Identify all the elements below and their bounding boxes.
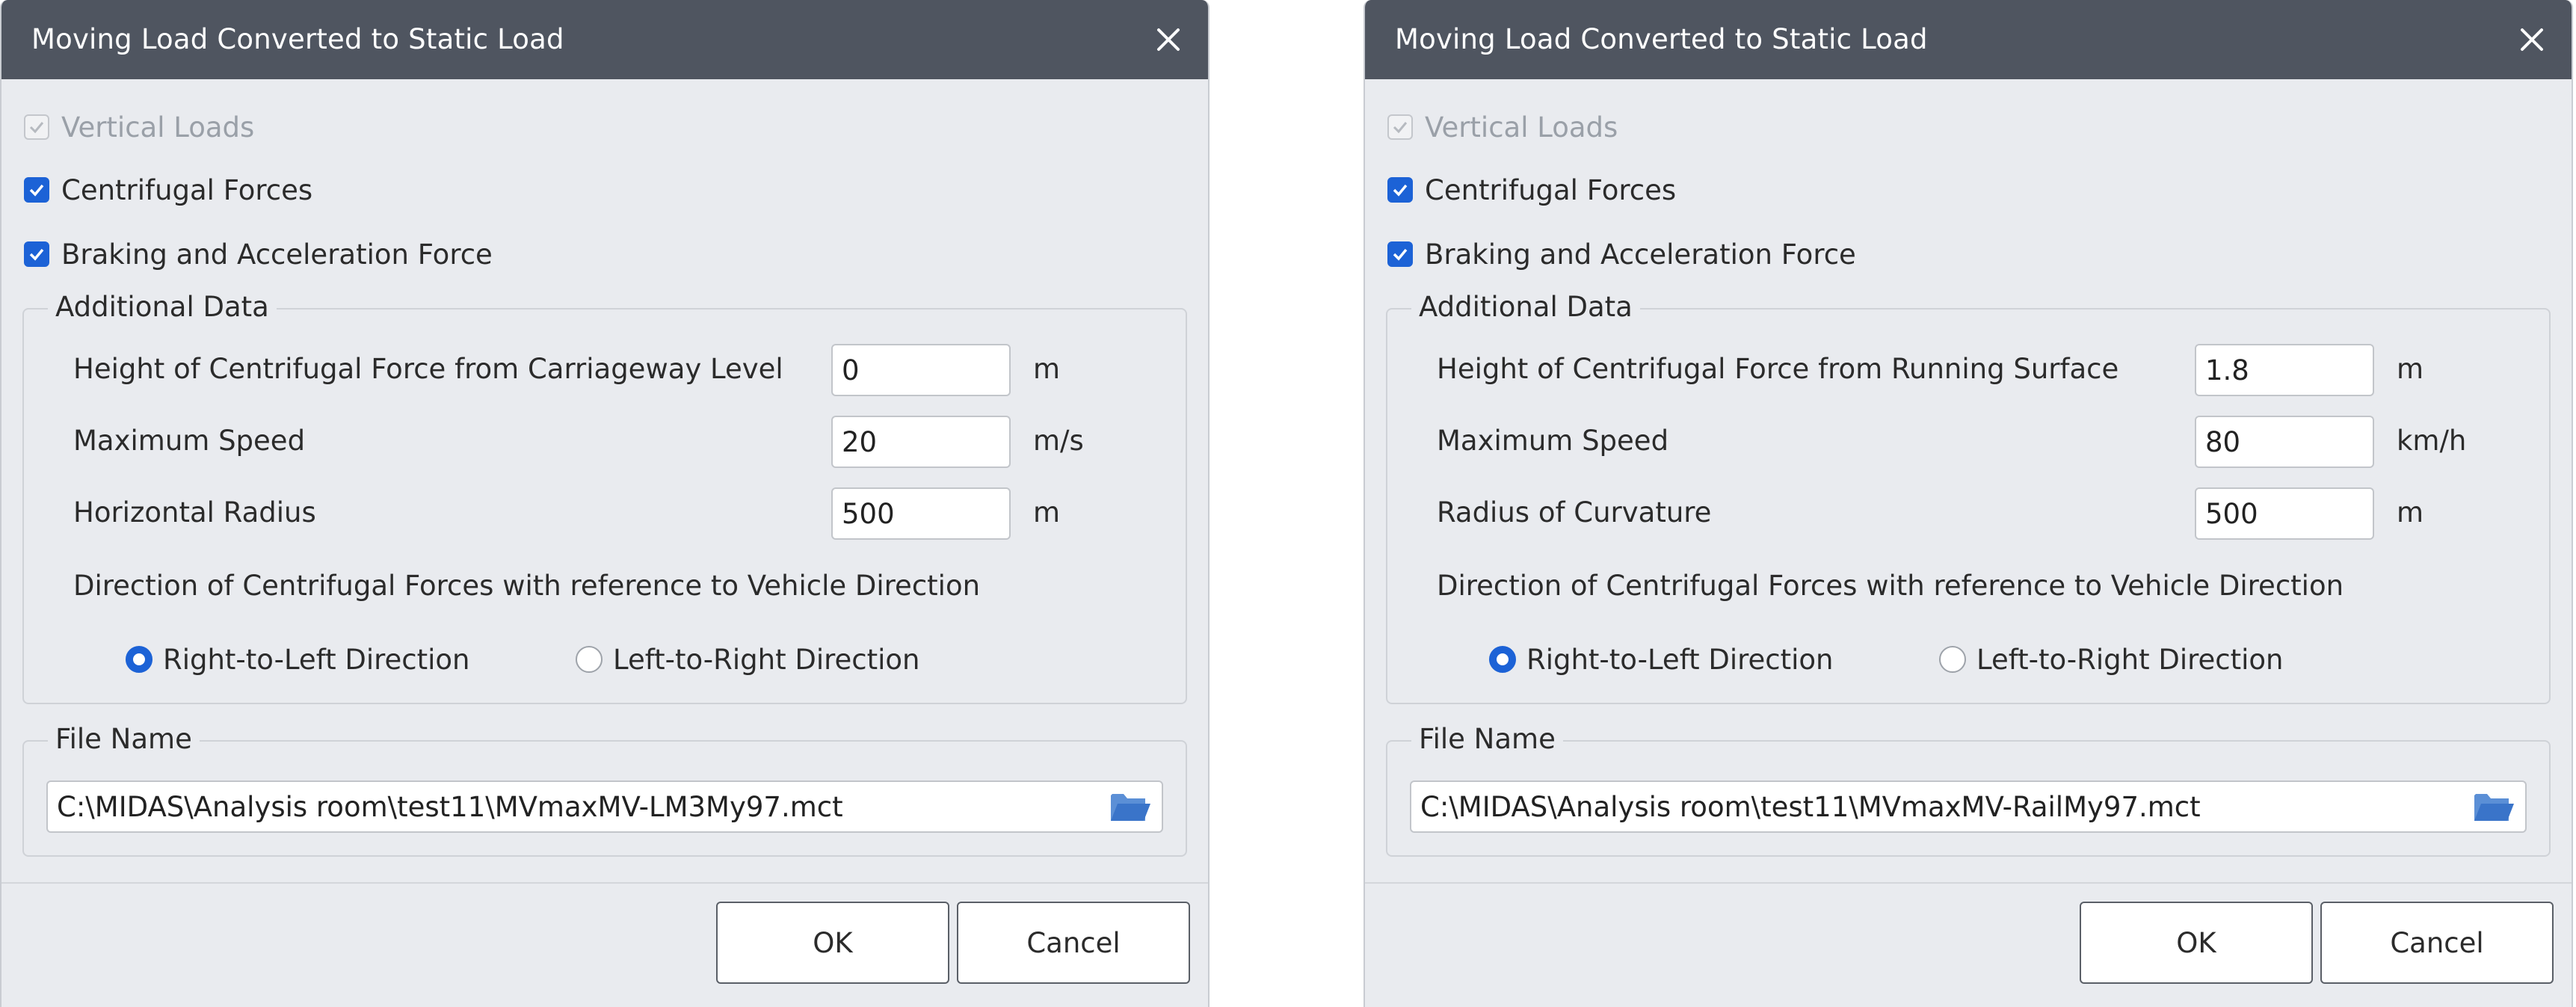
checkbox-box <box>24 177 49 203</box>
radius-input[interactable] <box>831 487 1011 540</box>
checkmark-icon <box>29 248 44 261</box>
radio-selected <box>1489 646 1516 673</box>
file-path-input[interactable] <box>1410 780 2527 833</box>
title-bar: Moving Load Converted to Static Load <box>1 0 1208 79</box>
max-speed-label: Maximum Speed <box>1437 425 1669 457</box>
checkbox-box <box>24 241 49 267</box>
dialog-road: Moving Load Converted to Static Load Ver… <box>0 0 1210 1007</box>
close-icon <box>2521 28 2543 51</box>
braking-force-label: Braking and Acceleration Force <box>61 238 493 271</box>
checkmark-icon <box>1393 248 1408 261</box>
radio-selected <box>126 646 152 673</box>
radius-label: Radius of Curvature <box>1437 496 1712 529</box>
checkbox-box <box>1387 241 1413 267</box>
height-input[interactable] <box>2195 344 2374 396</box>
radio-right-to-left[interactable]: Right-to-Left Direction <box>1489 641 1834 677</box>
radio-left-to-right[interactable]: Left-to-Right Direction <box>1939 641 2284 677</box>
folder-icon <box>2474 794 2514 821</box>
braking-force-label: Braking and Acceleration Force <box>1425 238 1856 271</box>
radio-label: Right-to-Left Direction <box>163 643 470 676</box>
radio-left-to-right[interactable]: Left-to-Right Direction <box>576 641 920 677</box>
max-speed-unit: m/s <box>1033 425 1084 457</box>
direction-label: Direction of Centrifugal Forces with ref… <box>73 570 981 602</box>
direction-label: Direction of Centrifugal Forces with ref… <box>1437 570 2344 602</box>
checkmark-icon <box>1393 184 1408 197</box>
centrifugal-forces-label: Centrifugal Forces <box>61 173 313 206</box>
close-icon <box>1157 28 1180 51</box>
footer-divider <box>1 882 1208 884</box>
cancel-button[interactable]: Cancel <box>957 902 1190 984</box>
checkbox-box <box>1387 177 1413 203</box>
max-speed-input[interactable] <box>831 416 1011 468</box>
height-unit: m <box>2397 353 2424 385</box>
centrifugal-forces-label: Centrifugal Forces <box>1425 173 1677 206</box>
checkbox-box <box>1387 114 1413 140</box>
radio-label: Right-to-Left Direction <box>1526 643 1834 676</box>
file-name-group: File Name <box>1386 719 2551 857</box>
dialog-rail: Moving Load Converted to Static Load Ver… <box>1364 0 2573 1007</box>
close-button[interactable] <box>2512 19 2552 60</box>
browse-button[interactable] <box>1109 789 1151 824</box>
folder-icon <box>1111 794 1150 821</box>
dialog-title: Moving Load Converted to Static Load <box>31 23 564 55</box>
checkmark-icon <box>1393 122 1408 134</box>
radio-right-to-left[interactable]: Right-to-Left Direction <box>126 641 470 677</box>
additional-data-title: Additional Data <box>48 287 277 327</box>
title-bar: Moving Load Converted to Static Load <box>1365 0 2572 79</box>
cancel-button[interactable]: Cancel <box>2320 902 2554 984</box>
radio-label: Left-to-Right Direction <box>613 643 920 676</box>
braking-force-checkbox[interactable]: Braking and Acceleration Force <box>1387 236 1856 272</box>
radius-unit: m <box>2397 496 2424 529</box>
additional-data-title: Additional Data <box>1411 287 1640 327</box>
max-speed-input[interactable] <box>2195 416 2374 468</box>
max-speed-unit: km/h <box>2397 425 2467 457</box>
radio-unselected <box>1939 646 1966 673</box>
file-name-group: File Name <box>22 719 1187 857</box>
centrifugal-forces-checkbox[interactable]: Centrifugal Forces <box>1387 172 1676 208</box>
height-label: Height of Centrifugal Force from Carriag… <box>73 353 783 385</box>
radius-unit: m <box>1033 496 1061 529</box>
vertical-loads-label: Vertical Loads <box>1425 111 1618 144</box>
file-name-title: File Name <box>48 719 200 760</box>
browse-button[interactable] <box>2473 789 2515 824</box>
vertical-loads-checkbox[interactable]: Vertical Loads <box>1387 109 1618 145</box>
vertical-loads-checkbox[interactable]: Vertical Loads <box>24 109 254 145</box>
vertical-loads-label: Vertical Loads <box>61 111 255 144</box>
dialog-title: Moving Load Converted to Static Load <box>1395 23 1928 55</box>
footer-divider <box>1365 882 2572 884</box>
max-speed-label: Maximum Speed <box>73 425 306 457</box>
radius-label: Horizontal Radius <box>73 496 316 529</box>
close-button[interactable] <box>1148 19 1189 60</box>
braking-force-checkbox[interactable]: Braking and Acceleration Force <box>24 236 493 272</box>
file-path-input[interactable] <box>46 780 1163 833</box>
checkbox-box <box>24 114 49 140</box>
centrifugal-forces-checkbox[interactable]: Centrifugal Forces <box>24 172 312 208</box>
height-input[interactable] <box>831 344 1011 396</box>
checkmark-icon <box>29 184 44 197</box>
radio-unselected <box>576 646 603 673</box>
ok-button[interactable]: OK <box>716 902 949 984</box>
radio-label: Left-to-Right Direction <box>1976 643 2284 676</box>
ok-button[interactable]: OK <box>2080 902 2313 984</box>
file-name-title: File Name <box>1411 719 1563 760</box>
checkmark-icon <box>29 122 44 134</box>
height-unit: m <box>1033 353 1061 385</box>
radius-input[interactable] <box>2195 487 2374 540</box>
height-label: Height of Centrifugal Force from Running… <box>1437 353 2119 385</box>
